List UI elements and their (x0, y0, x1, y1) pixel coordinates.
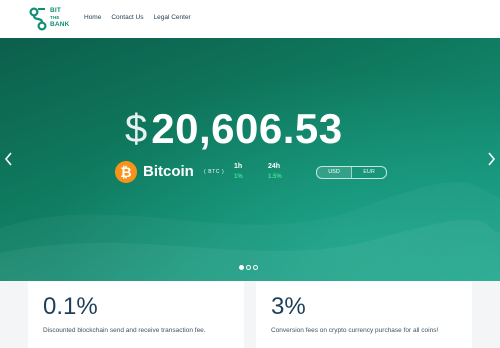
btc-price: $20,606.53 (125, 106, 343, 152)
nav-links: Home Contact Us Legal Center (84, 14, 191, 21)
stat-value: 3% (271, 293, 306, 320)
stat-card-fee: 0.1% Discounted blockchain send and rece… (28, 281, 244, 348)
carousel-dot-1[interactable] (239, 265, 244, 270)
stat-description: Discounted blockchain send and receive t… (43, 327, 206, 334)
currency-option-usd[interactable]: USD (317, 167, 351, 178)
nav-link-home[interactable]: Home (84, 14, 101, 21)
nav-link-contact-us[interactable]: Contact Us (111, 14, 143, 21)
brand-logo[interactable]: BIT THE BANK (29, 6, 73, 32)
change-1h-label: 1h (234, 163, 243, 170)
coin-row: ₿ Bitcoin ( BTC ) 1h 1% 24h 1.5% USD EUR (115, 159, 395, 187)
carousel-indicators (239, 265, 258, 270)
bitcoin-icon: ₿ (115, 161, 137, 183)
stat-value: 0.1% (43, 293, 98, 320)
carousel-dot-3[interactable] (253, 265, 258, 270)
logo-icon (29, 7, 47, 31)
change-24h-label: 24h (268, 163, 281, 170)
stat-cards: 0.1% Discounted blockchain send and rece… (0, 281, 500, 348)
top-navbar: BIT THE BANK Home Contact Us Legal Cente… (0, 0, 500, 38)
price-value: 20,606.53 (151, 105, 343, 152)
coin-name: Bitcoin (143, 163, 194, 180)
currency-option-eur[interactable]: EUR (351, 167, 386, 178)
chevron-left-icon[interactable] (4, 151, 14, 167)
coin-ticker: ( BTC ) (204, 169, 225, 175)
stat-card-conversion: 3% Conversion fees on crypto currency pu… (256, 281, 472, 348)
carousel-dot-2[interactable] (246, 265, 251, 270)
logo-line-3: BANK (50, 20, 70, 28)
change-1h-value: 1% (234, 174, 243, 180)
stat-description: Conversion fees on crypto currency purch… (271, 327, 439, 334)
logo-text: BIT THE BANK (50, 7, 70, 29)
change-24h-value: 1.5% (268, 174, 282, 180)
currency-toggle: USD EUR (316, 166, 387, 179)
chevron-right-icon[interactable] (486, 151, 496, 167)
logo-line-1: BIT (50, 7, 62, 14)
currency-symbol: $ (125, 107, 148, 151)
nav-link-legal-center[interactable]: Legal Center (154, 14, 191, 21)
